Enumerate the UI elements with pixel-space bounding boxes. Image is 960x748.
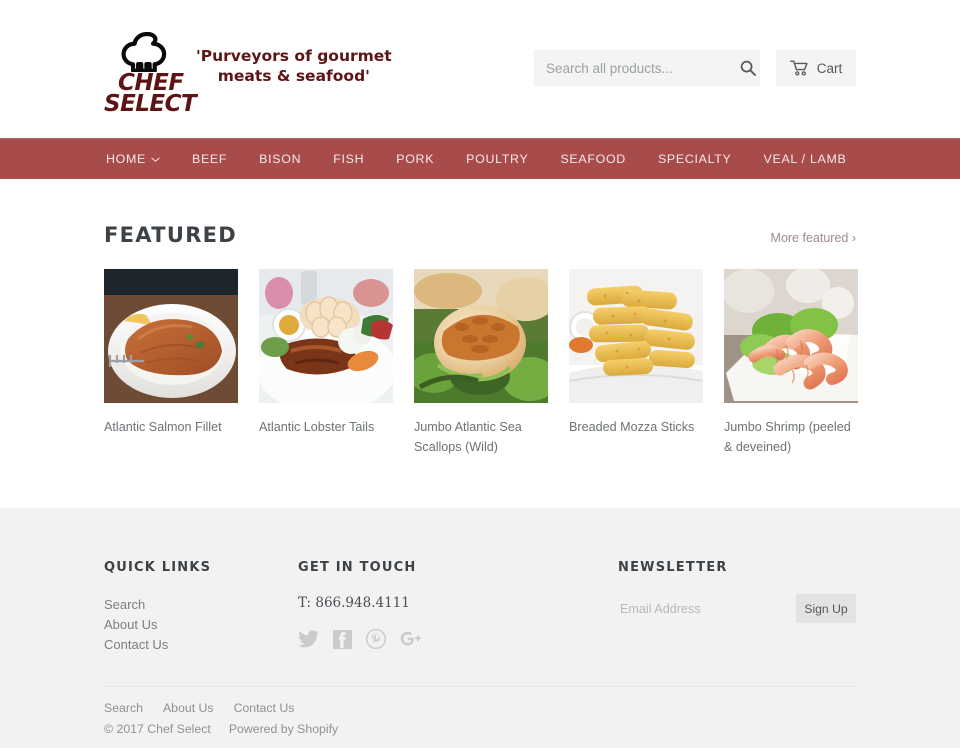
site-footer: QUICK LINKS Search About Us Contact Us GET… bbox=[0, 508, 960, 748]
cart-button[interactable]: Cart bbox=[776, 50, 856, 86]
footer-columns: QUICK LINKS Search About Us Contact Us GET… bbox=[104, 508, 856, 655]
nav-item-label: BISON bbox=[259, 151, 302, 166]
logo-line-2: SELECT bbox=[104, 91, 197, 118]
featured-title: FEATURED bbox=[104, 223, 238, 247]
search-icon bbox=[740, 60, 756, 76]
nav-items-container: HOME BEEF BISON FISH PORK POULTRY SEAFOOD SPECI… bbox=[104, 139, 856, 179]
newsletter-signup-button[interactable]: Sign Up bbox=[796, 594, 856, 623]
nav-item-fish[interactable]: FISH bbox=[317, 139, 380, 180]
nav-item-label: VEAL / LAMB bbox=[763, 151, 847, 166]
newsletter-email-input[interactable] bbox=[618, 594, 796, 623]
social-links bbox=[298, 628, 618, 654]
nav-item-label: SPECIALTY bbox=[657, 151, 732, 166]
nav-item-seafood[interactable]: SEAFOOD bbox=[544, 139, 642, 180]
mozzarella-sticks-photo bbox=[569, 269, 703, 403]
main-navigation: HOME BEEF BISON FISH PORK POULTRY SEAFOOD SPECI… bbox=[0, 138, 960, 179]
footer-bottom-links: Search About Us Contact Us bbox=[104, 701, 856, 715]
sea-scallop-photo bbox=[414, 269, 548, 403]
newsletter-heading: NEWSLETTER bbox=[618, 560, 728, 575]
product-title: Atlantic Lobster Tails bbox=[259, 420, 375, 434]
footer-copyright-row: © 2017 Chef Select Powered by Shopify bbox=[104, 722, 856, 736]
more-featured-link[interactable]: More featured › bbox=[771, 231, 856, 245]
nav-item-label: BEEF bbox=[191, 151, 228, 166]
nav-item-veal-lamb[interactable]: VEAL / LAMB bbox=[748, 139, 863, 180]
nav-item-label: PORK bbox=[396, 151, 435, 166]
phone-number: T: 866.948.4111 bbox=[298, 595, 410, 611]
product-card[interactable]: Breaded Mozza Sticks bbox=[569, 269, 703, 458]
nav-item-specialty[interactable]: SPECIALTY bbox=[642, 139, 748, 180]
copyright-text: © 2017 Chef Select bbox=[104, 722, 211, 736]
footer-quick-links: QUICK LINKS Search About Us Contact Us bbox=[104, 560, 298, 655]
quick-links-list: Search About Us Contact Us bbox=[104, 595, 298, 655]
nav-item-home[interactable]: HOME bbox=[106, 139, 176, 180]
nav-item-label: SEAFOOD bbox=[560, 151, 626, 166]
newsletter-form: Sign Up bbox=[618, 594, 856, 623]
product-card[interactable]: Jumbo Atlantic Sea Scallops (Wild) bbox=[414, 269, 548, 458]
chevron-down-icon bbox=[151, 139, 160, 180]
logo-tagline: 'Purveyors of gourmet meats & seafood' bbox=[196, 46, 392, 87]
quick-links-heading: QUICK LINKS bbox=[104, 560, 212, 575]
logo-wordmark: CHEF SELECT bbox=[104, 71, 197, 118]
quick-link-about-us[interactable]: About Us bbox=[104, 615, 298, 635]
product-title: Atlantic Salmon Fillet bbox=[104, 420, 222, 434]
footer-bottom-link-search[interactable]: Search bbox=[104, 701, 143, 715]
featured-section: FEATURED More featured › Atlantic Salmon… bbox=[0, 179, 960, 458]
featured-header: FEATURED More featured › bbox=[104, 223, 856, 247]
chef-hat-icon bbox=[121, 32, 167, 72]
quick-link-contact-us[interactable]: Contact Us bbox=[104, 635, 298, 655]
product-title: Jumbo Shrimp (peeled & deveined) bbox=[724, 420, 851, 455]
nav-item-bison[interactable]: BISON bbox=[243, 139, 317, 180]
shopping-cart-icon bbox=[789, 60, 808, 76]
footer-bottom-link-about-us[interactable]: About Us bbox=[163, 701, 214, 715]
logo-mark: CHEF SELECT bbox=[104, 32, 197, 118]
search-input[interactable] bbox=[534, 50, 735, 86]
featured-product-grid: Atlantic Salmon Fillet Atlantic Lobster … bbox=[104, 269, 858, 458]
product-title: Breaded Mozza Sticks bbox=[569, 420, 695, 434]
nav-item-label: FISH bbox=[333, 151, 365, 166]
nav-item-label: HOME bbox=[106, 151, 146, 166]
product-card[interactable]: Atlantic Salmon Fillet bbox=[104, 269, 238, 458]
footer-bottom: Search About Us Contact Us © 2017 Chef Sel… bbox=[104, 686, 856, 736]
nav-item-beef[interactable]: BEEF bbox=[176, 139, 243, 180]
product-card[interactable]: Jumbo Shrimp (peeled & deveined) bbox=[724, 269, 858, 458]
twitter-icon[interactable] bbox=[298, 630, 319, 653]
powered-by-link[interactable]: Powered by Shopify bbox=[229, 722, 338, 736]
product-card[interactable]: Atlantic Lobster Tails bbox=[259, 269, 393, 458]
nav-item-pork[interactable]: PORK bbox=[380, 139, 450, 180]
header-actions: Cart bbox=[534, 50, 856, 86]
facebook-icon[interactable] bbox=[333, 629, 352, 654]
get-in-touch-heading: GET IN TOUCH bbox=[298, 560, 417, 575]
nav-item-label: POULTRY bbox=[466, 151, 529, 166]
tagline-line-2: meats & seafood' bbox=[217, 67, 370, 86]
site-header: CHEF SELECT 'Purveyors of gourmet meats … bbox=[0, 0, 960, 138]
jumbo-shrimp-photo bbox=[724, 269, 858, 403]
quick-link-search[interactable]: Search bbox=[104, 595, 298, 615]
search-submit-button[interactable] bbox=[735, 50, 760, 86]
tagline-line-1: 'Purveyors of gourmet bbox=[196, 47, 392, 65]
nav-item-poultry[interactable]: POULTRY bbox=[450, 139, 544, 180]
lobster-tail-photo bbox=[259, 269, 393, 403]
site-logo[interactable]: CHEF SELECT 'Purveyors of gourmet meats … bbox=[104, 32, 392, 118]
search-box bbox=[534, 50, 760, 86]
pinterest-icon[interactable] bbox=[365, 628, 387, 654]
footer-bottom-link-contact-us[interactable]: Contact Us bbox=[234, 701, 295, 715]
cart-label: Cart bbox=[816, 60, 843, 76]
footer-get-in-touch: GET IN TOUCH T: 866.948.4111 bbox=[298, 560, 618, 655]
page-root: CHEF SELECT 'Purveyors of gourmet meats … bbox=[0, 0, 960, 748]
footer-newsletter: NEWSLETTER Sign Up bbox=[618, 560, 856, 655]
google-plus-icon[interactable] bbox=[400, 630, 422, 653]
product-title: Jumbo Atlantic Sea Scallops (Wild) bbox=[414, 420, 522, 455]
salmon-fillet-photo bbox=[104, 269, 238, 403]
